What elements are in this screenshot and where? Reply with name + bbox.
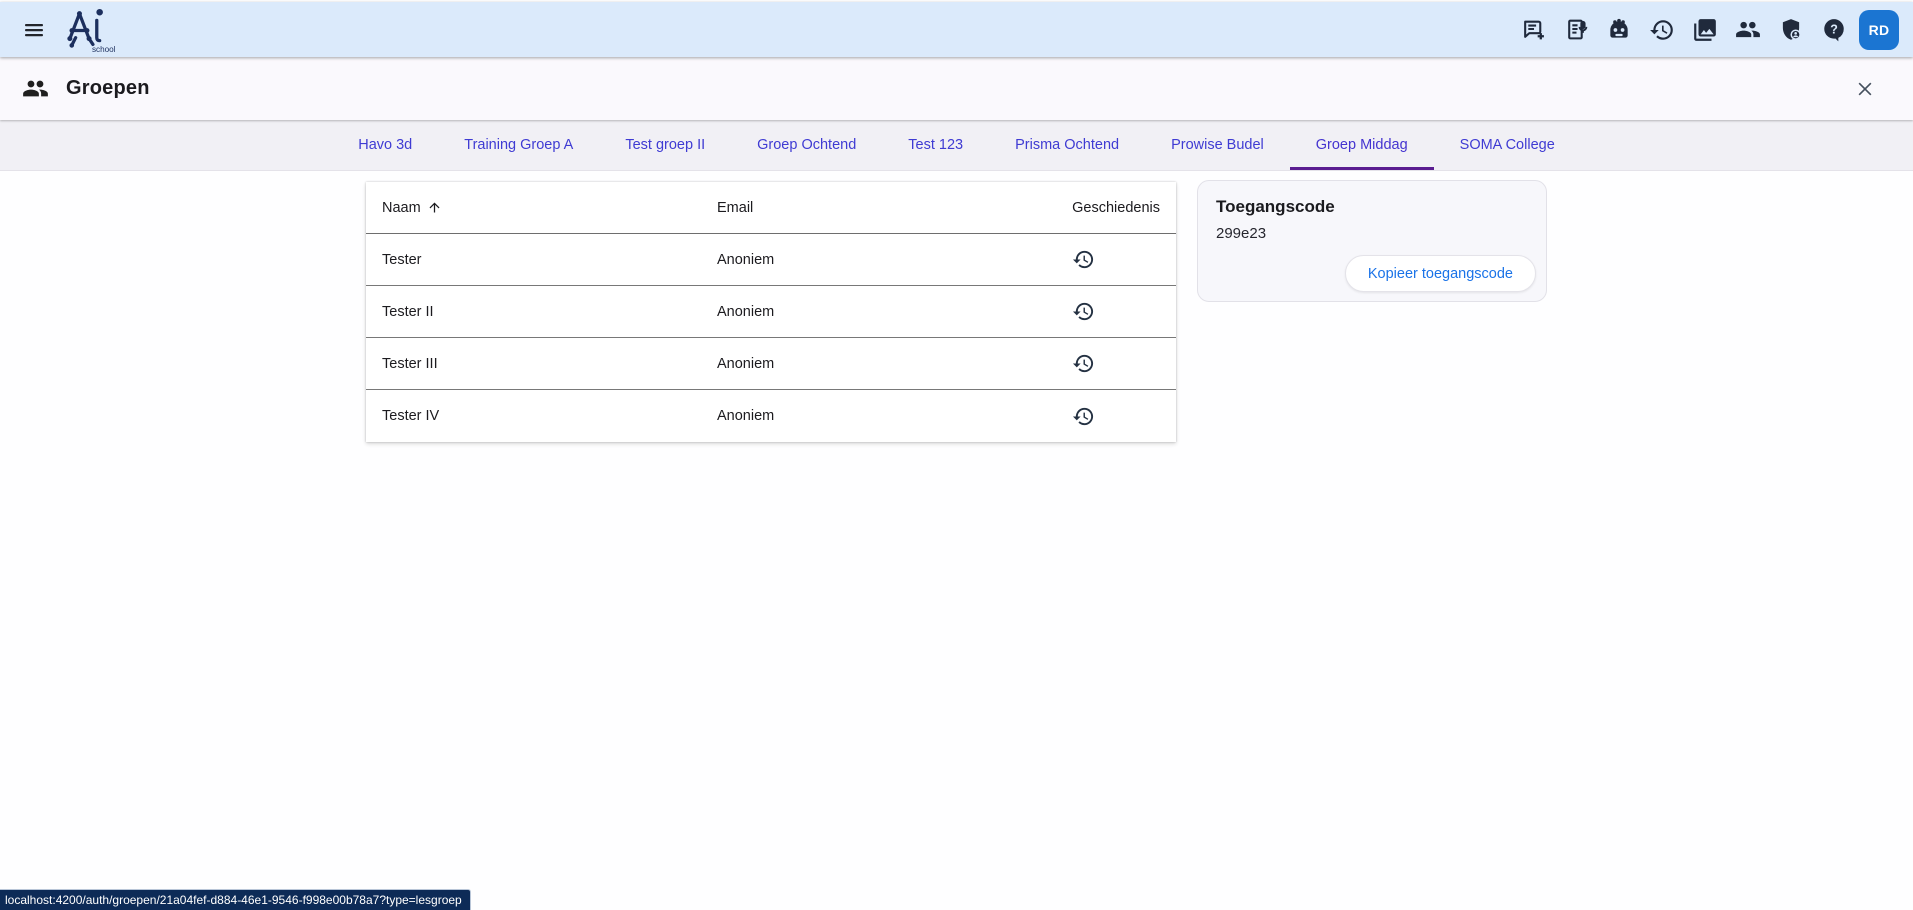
transcript-mic-icon[interactable] [1563, 17, 1589, 43]
access-code-title: Toegangscode [1216, 197, 1528, 217]
svg-text:?: ? [1830, 22, 1838, 36]
people-icon [22, 75, 49, 102]
members-table: Naam Email Geschiedenis Tester Anoniem [366, 182, 1176, 442]
row-naam: Tester IV [366, 408, 717, 424]
table-row: Tester II Anoniem [366, 286, 1176, 338]
status-url-bubble: localhost:4200/auth/groepen/21a04fef-d88… [0, 889, 471, 910]
row-naam: Tester II [366, 304, 717, 320]
group-icon[interactable] [1735, 17, 1761, 43]
copy-access-code-button[interactable]: Kopieer toegangscode [1345, 255, 1536, 292]
naam-header-label: Naam [382, 200, 421, 216]
table-header-row: Naam Email Geschiedenis [366, 182, 1176, 234]
tab-training-groep-a[interactable]: Training Groep A [438, 120, 599, 170]
row-history-button[interactable] [1065, 398, 1101, 434]
row-history-button[interactable] [1065, 346, 1101, 382]
add-comment-icon[interactable] [1520, 17, 1546, 43]
robot-icon[interactable] [1606, 17, 1632, 43]
tab-soma-college[interactable]: SOMA College [1434, 120, 1581, 170]
menu-icon[interactable] [14, 10, 54, 50]
table-row: Tester Anoniem [366, 234, 1176, 286]
close-icon[interactable] [1847, 71, 1883, 107]
history-icon[interactable] [1649, 17, 1675, 43]
row-email: Anoniem [717, 408, 990, 424]
table-row: Tester III Anoniem [366, 338, 1176, 390]
access-code-card: Toegangscode 299e23 Kopieer toegangscode [1197, 180, 1547, 302]
tab-groep-ochtend[interactable]: Groep Ochtend [731, 120, 882, 170]
tab-groep-middag[interactable]: Groep Middag [1290, 120, 1434, 170]
page-title: Groepen [66, 77, 150, 100]
app-logo[interactable]: school [60, 5, 122, 55]
tab-test-groep-ii[interactable]: Test groep II [599, 120, 731, 170]
top-app-bar: school [0, 2, 1913, 57]
column-header-naam[interactable]: Naam [366, 200, 717, 216]
shield-user-icon[interactable] [1778, 17, 1804, 43]
sort-asc-arrow-icon [427, 200, 442, 215]
column-header-email[interactable]: Email [717, 200, 990, 216]
svg-text:school: school [92, 45, 116, 54]
table-row: Tester IV Anoniem [366, 390, 1176, 442]
help-icon[interactable]: ? [1821, 17, 1847, 43]
access-code-value: 299e23 [1216, 225, 1528, 242]
tab-havo-3d[interactable]: Havo 3d [332, 120, 438, 170]
row-email: Anoniem [717, 304, 990, 320]
user-avatar[interactable]: RD [1859, 10, 1899, 50]
tab-prowise-budel[interactable]: Prowise Budel [1145, 120, 1290, 170]
tab-test-123[interactable]: Test 123 [882, 120, 989, 170]
app-bar-icons: ? [1520, 17, 1847, 43]
tab-prisma-ochtend[interactable]: Prisma Ochtend [989, 120, 1145, 170]
row-email: Anoniem [717, 356, 990, 372]
photo-library-icon[interactable] [1692, 17, 1718, 43]
page-header: Groepen [0, 57, 1913, 120]
row-history-button[interactable] [1065, 294, 1101, 330]
column-header-geschiedenis: Geschiedenis [990, 200, 1176, 216]
row-naam: Tester III [366, 356, 717, 372]
row-email: Anoniem [717, 252, 990, 268]
row-history-button[interactable] [1065, 242, 1101, 278]
app-viewport: school [0, 0, 1913, 910]
content-area: Naam Email Geschiedenis Tester Anoniem [0, 171, 1913, 889]
row-naam: Tester [366, 252, 717, 268]
group-tabs: Havo 3d Training Groep A Test groep II G… [0, 120, 1913, 171]
